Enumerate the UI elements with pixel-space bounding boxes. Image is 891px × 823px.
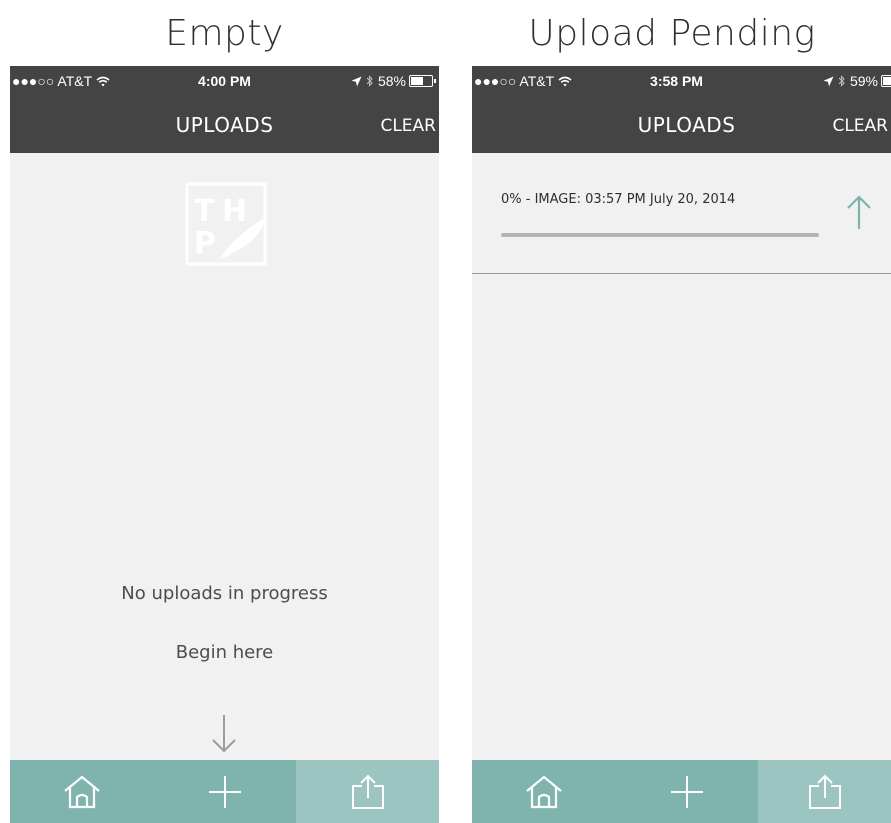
clear-button[interactable]: CLEAR (832, 116, 888, 136)
battery-icon (409, 75, 436, 87)
battery-percent: 58% (377, 73, 406, 89)
svg-text:T: T (194, 194, 215, 229)
upload-row[interactable]: 0% - IMAGE: 03:57 PM July 20, 2014 (472, 153, 891, 274)
begin-here-hint: Begin here (175, 642, 274, 663)
share-upload-icon (808, 774, 841, 809)
bluetooth-icon (838, 73, 846, 89)
thp-logo: T H P (185, 182, 267, 266)
clear-button[interactable]: CLEAR (380, 116, 436, 136)
home-icon (63, 775, 100, 808)
plus-icon (670, 775, 703, 808)
nav-title: UPLOADS (637, 113, 736, 137)
uploads-content: T H P No uploads in progress Begin here (10, 153, 439, 760)
bluetooth-icon (366, 73, 374, 89)
status-right: 58% (351, 73, 436, 89)
home-icon (525, 775, 562, 808)
phone-screen-upload-pending: ●●●○○ AT&T 3:58 PM 59% UPLOADS CLEAR 0% … (472, 66, 891, 823)
empty-message: No uploads in progress (121, 583, 328, 604)
panel-title-upload-pending: Upload Pending (528, 13, 816, 54)
battery-percent: 59% (849, 73, 878, 89)
tab-bar (472, 760, 891, 823)
tab-add[interactable] (615, 760, 758, 823)
status-bar: ●●●○○ AT&T 4:00 PM 58% (10, 66, 439, 96)
share-upload-icon (351, 774, 384, 809)
tab-uploads[interactable] (296, 760, 439, 823)
svg-text:H: H (222, 194, 247, 229)
tab-home[interactable] (10, 760, 153, 823)
battery-icon (881, 75, 891, 87)
svg-text:P: P (194, 226, 216, 261)
status-bar: ●●●○○ AT&T 3:58 PM 59% (472, 66, 891, 96)
uploads-content: 0% - IMAGE: 03:57 PM July 20, 2014 (472, 153, 891, 760)
plus-icon (208, 775, 241, 808)
upload-arrow-icon[interactable] (845, 194, 873, 230)
panel-title-empty: Empty (165, 13, 284, 54)
tab-uploads[interactable] (758, 760, 891, 823)
location-arrow-icon (351, 73, 362, 89)
upload-label: 0% - IMAGE: 03:57 PM July 20, 2014 (501, 192, 736, 207)
tab-home[interactable] (472, 760, 615, 823)
nav-bar: UPLOADS CLEAR (10, 96, 439, 153)
location-arrow-icon (823, 73, 834, 89)
nav-bar: UPLOADS CLEAR (472, 96, 891, 153)
down-arrow-icon (212, 715, 236, 753)
tab-bar (10, 760, 439, 823)
upload-progress-bar (501, 233, 819, 237)
status-right: 59% (823, 73, 891, 89)
phone-screen-empty: ●●●○○ AT&T 4:00 PM 58% UPLOADS CLEAR T H… (10, 66, 439, 823)
nav-title: UPLOADS (175, 113, 274, 137)
tab-add[interactable] (153, 760, 296, 823)
